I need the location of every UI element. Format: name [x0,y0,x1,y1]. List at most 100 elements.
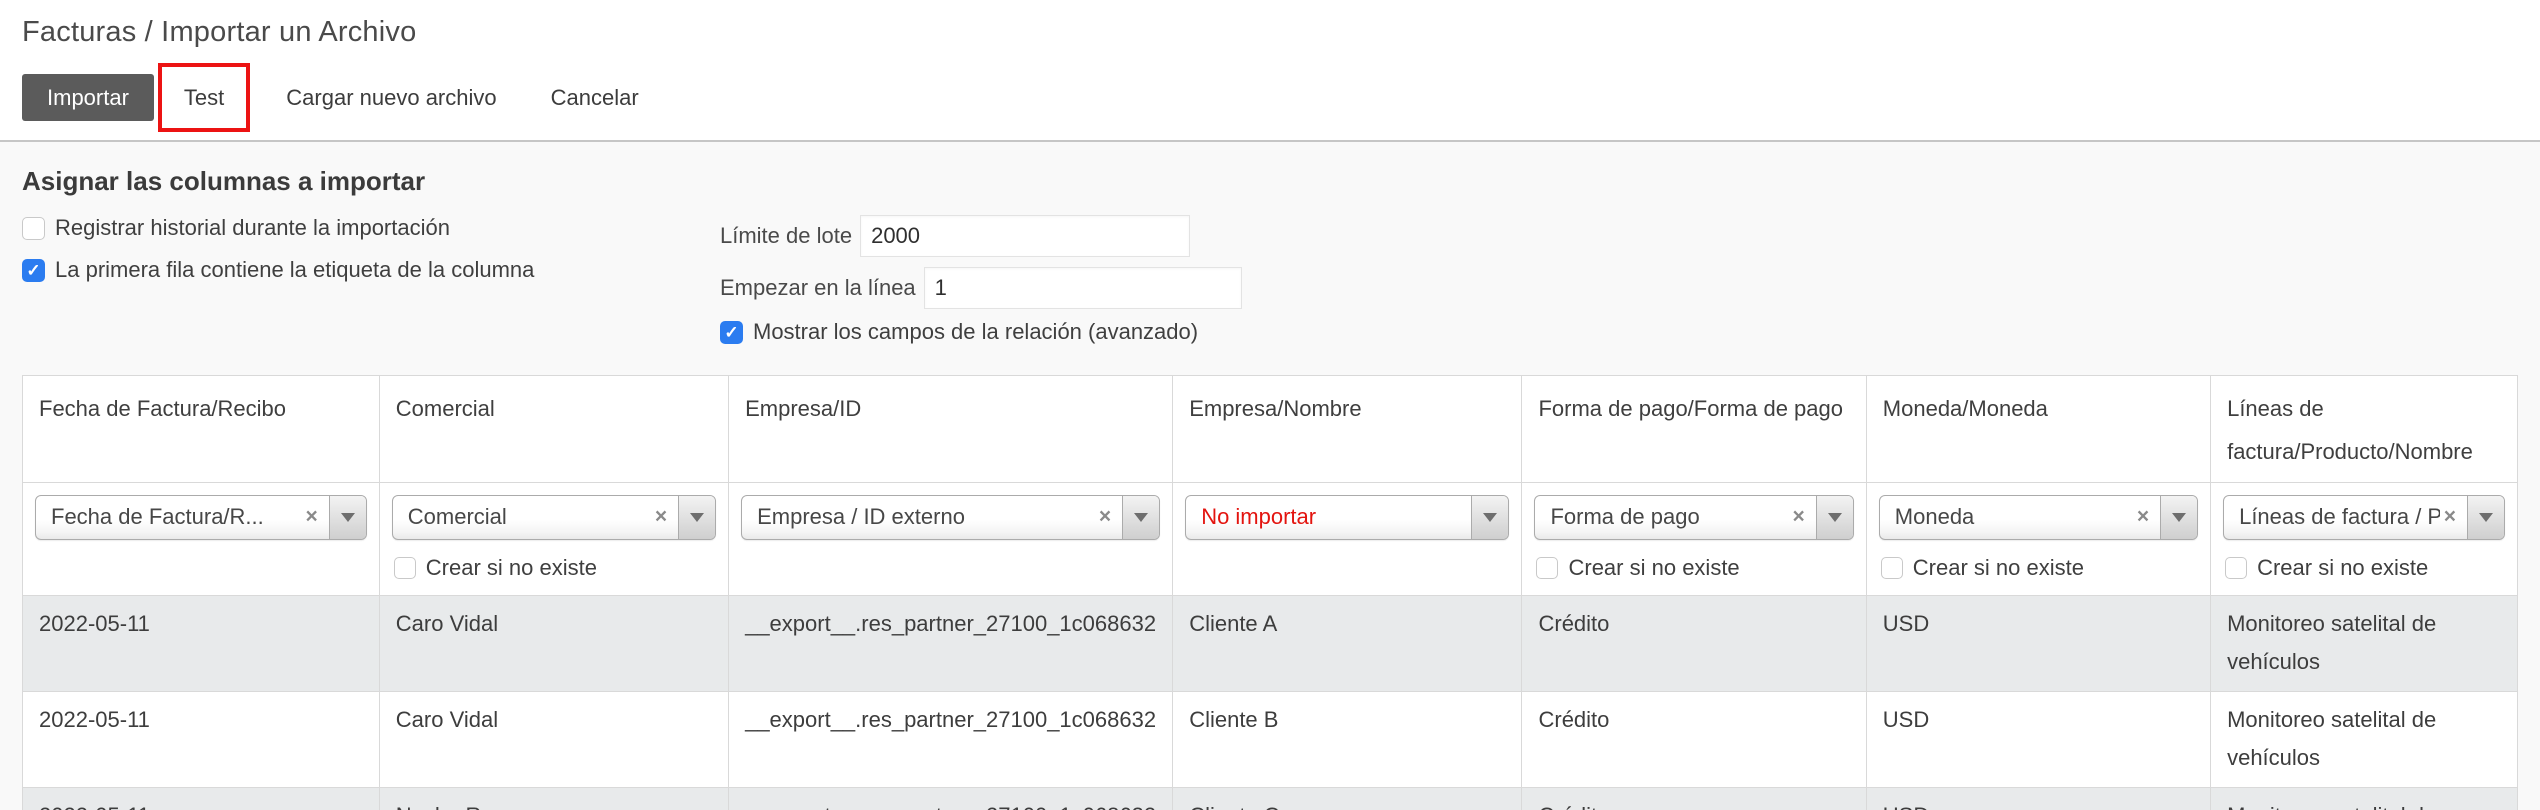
first-row-headers-checkbox[interactable] [22,258,45,282]
cell-salesperson: Nacho Rosas [378,786,730,810]
cell-partner-name: Cliente A [1172,594,1523,692]
clear-selection-icon[interactable]: × [2133,505,2160,529]
import-mapping-table: Fecha de Factura/Recibo Comercial Empres… [22,375,2518,810]
dropdown-arrow-icon[interactable] [2160,495,2198,539]
create-if-not-exists-option: Crear si no existe [1536,555,1853,581]
mapping-cell: Moneda × Crear si no existe [1865,481,2212,596]
dropdown-arrow-icon[interactable] [1471,495,1509,539]
breadcrumb: Facturas / Importar un Archivo [22,16,417,48]
track-history-label: Registrar historial durante la importaci… [55,215,450,240]
field-mapping-select[interactable]: Líneas de factura / P... × [2223,494,2505,540]
create-if-not-exists-checkbox[interactable] [1880,556,1903,579]
cell-salesperson: Caro Vidal [378,690,730,788]
selected-field-label: No importar [1201,504,1317,530]
test-button[interactable]: Test [166,74,242,121]
cell-product-name: Monitoreo satelital de vehículos [2210,690,2518,788]
mapping-cell: Líneas de factura / P... × Crear si no e… [2210,481,2518,596]
cancel-button[interactable]: Cancelar [533,74,657,121]
create-if-not-exists-checkbox[interactable] [393,556,416,579]
file-header-row: Fecha de Factura/Recibo Comercial Empres… [22,375,2518,483]
show-relational-label: Mostrar los campos de la relación (avanz… [753,319,1199,344]
create-if-not-exists-checkbox[interactable] [1536,556,1559,579]
mapping-row: Fecha de Factura/R... × Comercial × Crea… [22,481,2518,596]
selected-field-label: Comercial [407,504,507,530]
create-if-not-exists-label: Crear si no existe [1568,554,1740,580]
cell-product-name: Monitoreo satelital de vehículos [2210,786,2518,810]
batch-limit-label: Límite de lote [720,223,853,248]
dropdown-arrow-icon[interactable] [328,495,366,539]
cell-invoice-date: 2022-05-11 [22,594,380,692]
clear-selection-icon[interactable]: × [1095,505,1122,529]
create-if-not-exists-option: Crear si no existe [393,554,716,581]
cell-salesperson: Caro Vidal [378,594,730,692]
file-column-header: Comercial [378,375,730,483]
import-button[interactable]: Importar [22,74,154,121]
import-panel: Asignar las columnas a importar Registra… [0,140,2540,810]
file-column-header: Empresa/Nombre [1172,375,1523,483]
dropdown-arrow-icon[interactable] [2467,495,2504,539]
file-column-header: Fecha de Factura/Recibo [22,375,380,483]
cell-product-name: Monitoreo satelital de vehículos [2210,594,2518,692]
mapping-cell: Fecha de Factura/R... × [22,481,380,596]
selected-field-label: Forma de pago [1550,504,1700,530]
show-relational-option: Mostrar los campos de la relación (avanz… [720,319,1242,345]
selected-field-label: Líneas de factura / P... [2239,504,2440,530]
cell-partner-name: Cliente C [1172,786,1523,810]
cell-payment-method: Crédito [1521,786,1867,810]
selected-field-label: Empresa / ID externo [757,504,965,530]
start-line-row: Empezar en la línea [720,267,1242,309]
track-history-checkbox[interactable] [22,216,45,240]
file-column-header: Empresa/ID [728,375,1174,483]
cell-partner-id: __export__.res_partner_27100_1c068632 [728,594,1174,692]
file-column-header: Forma de pago/Forma de pago [1521,375,1867,483]
field-mapping-select[interactable]: Fecha de Factura/R... × [35,494,367,540]
create-if-not-exists-checkbox[interactable] [2225,556,2248,579]
import-options: Registrar historial durante la importaci… [22,215,2518,355]
table-row: 2022-05-11 Nacho Rosas __export__.res_pa… [22,786,2518,810]
clear-selection-icon[interactable]: × [1789,505,1816,529]
cell-partner-id: __export__.res_partner_27100_1c068632 [728,786,1174,810]
field-mapping-select[interactable]: Empresa / ID externo × [741,494,1161,540]
start-line-input[interactable] [923,267,1242,309]
mapping-cell: No importar [1172,481,1523,596]
create-if-not-exists-label: Crear si no existe [1912,554,2084,580]
file-column-header: Líneas de factura/Producto/Nombre [2210,375,2518,483]
options-left-column: Registrar historial durante la importaci… [22,215,720,355]
mapping-cell: Forma de pago × Crear si no existe [1521,481,1867,596]
batch-limit-input[interactable] [860,215,1191,257]
cell-currency: USD [1865,594,2212,692]
cell-payment-method: Crédito [1521,690,1867,788]
field-mapping-select[interactable]: Comercial × [391,494,717,540]
track-history-option: Registrar historial durante la importaci… [22,215,720,241]
upload-new-file-button[interactable]: Cargar nuevo archivo [268,74,514,121]
table-row: 2022-05-11 Caro Vidal __export__.res_par… [22,594,2518,692]
options-right-column: Límite de lote Empezar en la línea Mostr… [720,215,1242,355]
page-header: Facturas / Importar un Archivo Importar … [0,0,2540,132]
first-row-headers-option: La primera fila contiene la etiqueta de … [22,257,720,283]
clear-selection-icon[interactable]: × [302,505,329,529]
cell-currency: USD [1865,690,2212,788]
file-column-header: Moneda/Moneda [1865,375,2212,483]
mapping-cell: Comercial × Crear si no existe [378,481,730,596]
dropdown-arrow-icon[interactable] [1122,495,1160,539]
table-row: 2022-05-11 Caro Vidal __export__.res_par… [22,690,2518,788]
field-mapping-select[interactable]: Moneda × [1878,494,2199,540]
create-if-not-exists-option: Crear si no existe [2225,555,2505,581]
dropdown-arrow-icon[interactable] [678,495,716,539]
cell-partner-name: Cliente B [1172,690,1523,788]
selected-field-label: Fecha de Factura/R... [51,504,264,530]
field-mapping-select-no-import[interactable]: No importar [1185,494,1510,540]
create-if-not-exists-label: Crear si no existe [2257,554,2429,580]
dropdown-arrow-icon[interactable] [1815,495,1853,539]
section-heading: Asignar las columnas a importar [22,166,426,196]
create-if-not-exists-label: Crear si no existe [425,554,597,580]
clear-selection-icon[interactable]: × [651,505,678,529]
cell-partner-id: __export__.res_partner_27100_1c068632 [728,690,1174,788]
selected-field-label: Moneda [1894,504,1975,530]
field-mapping-select[interactable]: Forma de pago × [1534,494,1854,540]
cell-invoice-date: 2022-05-11 [22,690,380,788]
first-row-headers-label: La primera fila contiene la etiqueta de … [55,257,535,282]
create-if-not-exists-option: Crear si no existe [1880,554,2198,581]
show-relational-checkbox[interactable] [720,320,743,344]
clear-selection-icon[interactable]: × [2440,505,2467,529]
